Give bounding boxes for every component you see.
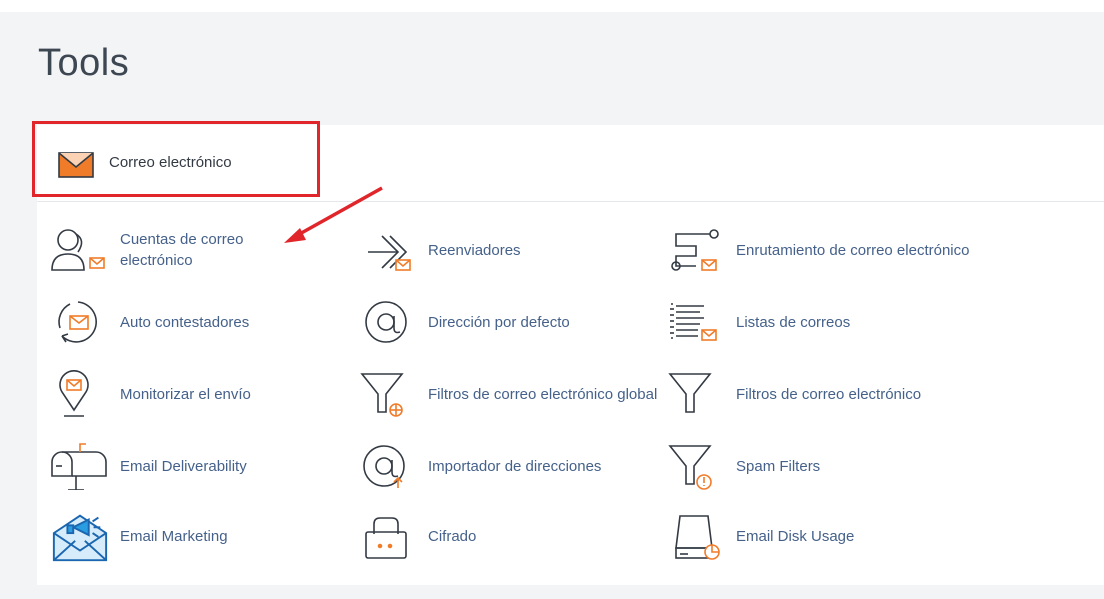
tool-autoresponders[interactable]: Auto contestadores [50, 297, 300, 347]
tool-mailing-lists[interactable]: Listas de correos [666, 297, 996, 347]
routing-mail-icon [666, 225, 726, 275]
mailing-list-icon [666, 297, 726, 347]
tool-email-disk-usage[interactable]: Email Disk Usage [666, 511, 996, 561]
tool-email-marketing[interactable]: Email Marketing [50, 511, 300, 562]
tool-label[interactable]: Importador de direcciones [428, 456, 668, 477]
spam-filter-icon [666, 441, 726, 491]
tool-label[interactable]: Filtros de correo electrónico global [428, 384, 668, 405]
forward-mail-icon [358, 225, 418, 275]
disk-usage-icon [666, 511, 726, 561]
tool-label[interactable]: Enrutamiento de correo electrónico [736, 240, 996, 261]
tool-email-filters[interactable]: Filtros de correo electrónico [666, 369, 996, 419]
user-mail-icon [50, 225, 110, 275]
tool-track-delivery[interactable]: Monitorizar el envío [50, 369, 300, 419]
global-filter-icon [358, 369, 418, 419]
tool-spam-filters[interactable]: Spam Filters [666, 441, 996, 491]
tool-label[interactable]: Spam Filters [736, 456, 996, 477]
autoresponder-icon [50, 297, 110, 347]
top-bar [0, 0, 1104, 12]
encryption-icon [358, 511, 418, 561]
highlight-box [32, 121, 320, 197]
page-title: Tools [38, 42, 130, 84]
tool-label[interactable]: Filtros de correo electrónico [736, 384, 996, 405]
tool-global-filters[interactable]: Filtros de correo electrónico global [358, 369, 668, 419]
mailbox-icon [50, 441, 110, 491]
tool-default-address[interactable]: Dirección por defecto [358, 297, 668, 347]
tool-label[interactable]: Cifrado [428, 526, 668, 547]
tool-email-routing[interactable]: Enrutamiento de correo electrónico [666, 225, 996, 275]
track-delivery-icon [50, 369, 110, 419]
tool-label[interactable]: Email Disk Usage [736, 526, 996, 547]
tool-label[interactable]: Email Marketing [120, 526, 300, 547]
tool-email-accounts[interactable]: Cuentas de correo electrónico [50, 225, 300, 275]
email-marketing-icon [50, 511, 110, 562]
tool-label[interactable]: Dirección por defecto [428, 312, 668, 333]
tool-label[interactable]: Email Deliverability [120, 456, 300, 477]
tool-label[interactable]: Reenviadores [428, 240, 668, 261]
tool-forwarders[interactable]: Reenviadores [358, 225, 668, 275]
import-address-icon [358, 441, 418, 491]
filter-icon [666, 369, 726, 419]
tool-label[interactable]: Cuentas de correo electrónico [120, 229, 300, 271]
tool-label[interactable]: Auto contestadores [120, 312, 300, 333]
tool-email-deliverability[interactable]: Email Deliverability [50, 441, 300, 491]
tool-label[interactable]: Monitorizar el envío [120, 384, 300, 405]
tool-address-importer[interactable]: Importador de direcciones [358, 441, 668, 491]
tool-encryption[interactable]: Cifrado [358, 511, 668, 561]
at-sign-icon [358, 297, 418, 347]
tool-label[interactable]: Listas de correos [736, 312, 996, 333]
